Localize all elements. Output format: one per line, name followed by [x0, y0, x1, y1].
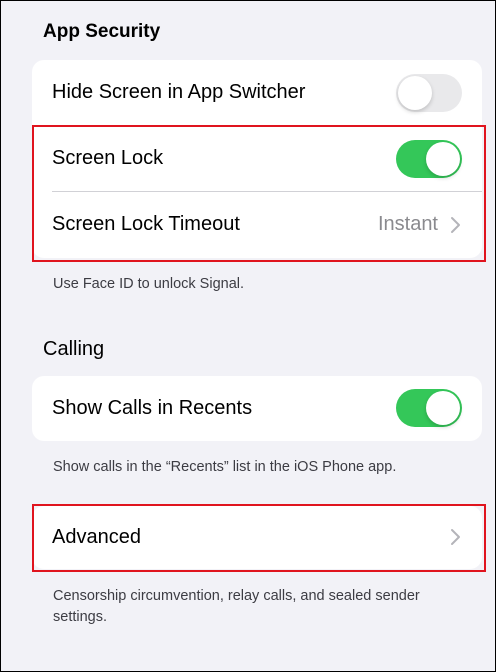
highlight-box-advanced — [32, 504, 486, 572]
section-header-calling: Calling — [43, 338, 105, 360]
calling-footer: Show calls in the “Recents” list in the … — [53, 459, 397, 475]
toggle-knob — [398, 76, 432, 110]
hide-screen-row[interactable]: Hide Screen in App Switcher — [32, 60, 482, 126]
highlight-box-screen-lock — [32, 125, 486, 262]
section-header-app-security: App Security — [43, 21, 161, 42]
hide-screen-label: Hide Screen in App Switcher — [52, 81, 306, 103]
advanced-footer: Censorship circumvention, relay calls, a… — [53, 588, 420, 625]
calling-group: Show Calls in Recents — [32, 376, 482, 441]
show-calls-label: Show Calls in Recents — [52, 397, 253, 419]
toggle-knob — [426, 391, 460, 425]
app-security-footer: Use Face ID to unlock Signal. — [53, 276, 245, 292]
hide-screen-toggle[interactable] — [396, 74, 462, 112]
show-calls-row[interactable]: Show Calls in Recents — [32, 376, 482, 441]
settings-screen: App Security Hide Screen in App Switcher… — [0, 0, 496, 672]
show-calls-toggle[interactable] — [396, 389, 462, 427]
